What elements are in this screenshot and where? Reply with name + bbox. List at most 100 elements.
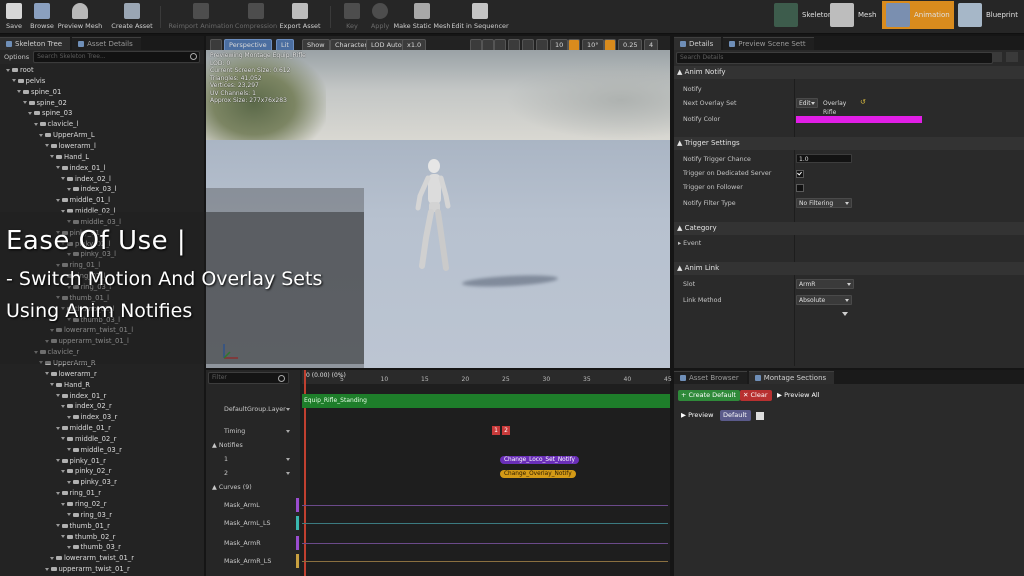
curve-line[interactable] — [302, 523, 668, 524]
bone-item[interactable]: UpperArm_L — [39, 131, 95, 139]
clear-button[interactable]: ✕ Clear — [740, 390, 772, 401]
expand-arrow-icon[interactable] — [61, 437, 65, 441]
expand-arrow-icon[interactable] — [55, 459, 60, 463]
bone-item[interactable]: pinky_01_r — [55, 457, 106, 465]
bone-item[interactable]: ring_03_r — [66, 511, 112, 519]
bone-item[interactable]: ring_01_r — [55, 489, 101, 497]
visibility-eye-icon[interactable] — [1006, 52, 1018, 62]
expand-arrow-icon[interactable] — [44, 567, 49, 571]
edit-in-sequencer-button[interactable]: Edit in Sequencer — [451, 0, 509, 33]
bone-item[interactable]: spine_02 — [22, 99, 67, 107]
expand-arrow-icon[interactable] — [55, 198, 60, 202]
expand-arrow-icon[interactable] — [61, 535, 65, 539]
bone-item[interactable]: upperarm_twist_01_r — [44, 565, 130, 573]
expand-arrow-icon[interactable] — [22, 101, 27, 105]
expand-arrow-icon[interactable] — [61, 469, 65, 473]
expand-arrow-icon[interactable] — [61, 404, 65, 408]
bone-item[interactable]: spine_01 — [17, 88, 61, 96]
compression-button[interactable]: Compression — [234, 0, 278, 33]
details-search-input[interactable]: Search Details — [676, 52, 993, 64]
chevron-down-icon[interactable] — [286, 458, 290, 461]
apply-button[interactable]: Apply — [368, 0, 392, 33]
expand-arrow-icon[interactable] — [61, 177, 65, 180]
mode-mesh-button[interactable]: Mesh — [826, 0, 880, 30]
bone-item[interactable]: Hand_L — [50, 153, 89, 161]
preview-button[interactable]: ▶ Preview — [678, 410, 717, 421]
bone-item[interactable]: index_02_r — [61, 402, 112, 410]
expand-arrow-icon[interactable] — [55, 426, 60, 430]
expand-more-icon[interactable] — [842, 312, 848, 316]
export-asset-button[interactable]: Export Asset — [279, 0, 321, 33]
bone-item[interactable]: ring_02_r — [61, 500, 107, 508]
timing-marker-1[interactable]: 1 — [492, 426, 500, 435]
bone-item[interactable]: thumb_02_r — [61, 533, 115, 541]
bone-item[interactable]: middle_02_r — [61, 435, 116, 443]
expand-arrow-icon[interactable] — [66, 480, 71, 484]
mode-blueprint-button[interactable]: Blueprint — [954, 0, 1022, 30]
expand-arrow-icon[interactable] — [44, 372, 49, 376]
tab-preview-scene-settings[interactable]: Preview Scene Sett — [723, 37, 814, 50]
bone-item[interactable]: spine_03 — [28, 109, 72, 117]
expand-arrow-icon[interactable] — [11, 79, 16, 83]
expand-arrow-icon[interactable] — [33, 122, 38, 126]
reset-arrow-icon[interactable]: ↺ — [860, 98, 866, 106]
bone-item[interactable]: Hand_R — [50, 381, 90, 389]
expand-arrow-icon[interactable] — [17, 90, 21, 94]
skeleton-search-input[interactable]: Search Skeleton Tree... — [33, 51, 200, 63]
key-button[interactable]: Key — [340, 0, 364, 33]
expand-arrow-icon[interactable] — [50, 155, 54, 159]
bone-item[interactable]: thumb_01_r — [55, 522, 110, 530]
create-default-button[interactable]: + Create Default — [678, 390, 740, 401]
trigger-chance-input[interactable]: 1.0 — [796, 154, 852, 163]
anim-link-category[interactable]: ▲ Anim Link — [674, 262, 1024, 275]
tab-details[interactable]: Details — [674, 37, 722, 50]
bone-item[interactable]: root — [6, 66, 34, 74]
create-asset-button[interactable]: Create Asset — [110, 0, 154, 33]
bone-item[interactable]: pinky_03_r — [66, 478, 117, 486]
save-button[interactable]: Save — [2, 0, 26, 33]
expand-arrow-icon[interactable] — [55, 166, 60, 170]
category-section[interactable]: ▲ Category — [674, 222, 1024, 235]
expand-arrow-icon[interactable] — [66, 545, 71, 549]
loco-set-notify[interactable]: Change_Loco_Set_Notify — [500, 456, 579, 464]
curve-line[interactable] — [302, 561, 668, 562]
expand-arrow-icon[interactable] — [44, 144, 49, 148]
mannequin-character[interactable] — [412, 156, 454, 276]
expand-arrow-icon[interactable] — [66, 513, 71, 517]
expand-arrow-icon[interactable] — [39, 133, 43, 137]
chevron-down-icon[interactable] — [286, 408, 290, 411]
trigger-settings-category[interactable]: ▲ Trigger Settings — [674, 137, 1024, 150]
expand-arrow-icon[interactable] — [6, 68, 10, 72]
expand-arrow-icon[interactable] — [61, 502, 65, 506]
bone-item[interactable]: middle_01_r — [55, 424, 111, 432]
tab-montage-sections[interactable]: Montage Sections — [748, 371, 835, 384]
bone-item[interactable]: index_01_l — [55, 164, 105, 172]
overlay-notify[interactable]: Change_Overlay_Notify — [500, 470, 576, 478]
expand-arrow-icon[interactable] — [55, 394, 60, 397]
browse-button[interactable]: Browse — [28, 0, 56, 33]
notify-color-swatch[interactable] — [796, 116, 922, 123]
bone-item[interactable]: index_03_l — [66, 185, 116, 193]
bone-item[interactable]: pinky_02_r — [61, 467, 111, 475]
bone-item[interactable]: index_02_l — [61, 175, 111, 183]
preview-all-button[interactable]: ▶ Preview All — [774, 390, 824, 401]
expand-arrow-icon[interactable] — [55, 491, 60, 495]
expand-arrow-icon[interactable] — [66, 415, 71, 419]
expand-arrow-icon[interactable] — [66, 187, 71, 191]
anim-notify-category[interactable]: ▲ Anim Notify — [674, 66, 1024, 79]
curve-line[interactable] — [302, 543, 668, 544]
filter-type-dropdown[interactable]: No Filtering — [796, 198, 852, 208]
expand-arrow-icon[interactable] — [50, 556, 54, 560]
tab-skeleton-tree[interactable]: Skeleton Tree — [0, 37, 71, 50]
default-section-checkbox[interactable] — [756, 412, 764, 420]
edit-dropdown[interactable]: Edit — [796, 98, 818, 108]
reimport-animation-button[interactable]: Reimport Animation — [168, 0, 234, 33]
bone-item[interactable]: thumb_03_r — [66, 543, 121, 551]
bone-item[interactable]: index_01_r — [55, 392, 106, 400]
chevron-down-icon[interactable] — [286, 430, 290, 433]
bone-item[interactable]: index_03_r — [66, 413, 117, 421]
preview-mesh-button[interactable]: Preview Mesh — [58, 0, 102, 33]
bone-item[interactable]: lowerarm_l — [44, 142, 96, 150]
bone-item[interactable]: middle_01_l — [55, 196, 110, 204]
make-static-mesh-button[interactable]: Make Static Mesh — [394, 0, 450, 33]
